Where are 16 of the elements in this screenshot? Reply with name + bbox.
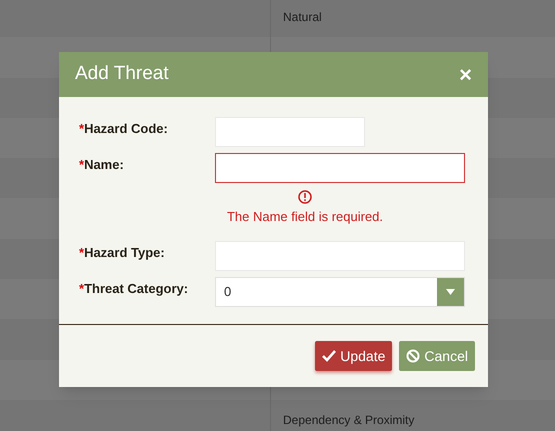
select-field[interactable]: 0 [215,276,465,306]
field-label: *Hazard Type: [79,244,166,262]
field-label: *Hazard Code: [79,120,169,138]
cancel-icon [406,349,420,363]
table-cell-text: Natural [283,9,322,26]
dialog-title: Add Threat [75,62,169,86]
checkmark-icon [322,350,336,362]
close-button[interactable]: × [459,64,472,86]
field-label: *Name: [79,156,125,174]
input-field[interactable] [215,153,465,183]
error-message: The Name field is required. [226,208,384,226]
update-button[interactable]: Update [315,341,392,371]
cancel-button[interactable]: Cancel [399,341,475,371]
table-cell-text: Dependency & Proximity [283,412,414,430]
field-label: *Threat Category: [79,280,190,298]
error-icon [298,190,312,204]
